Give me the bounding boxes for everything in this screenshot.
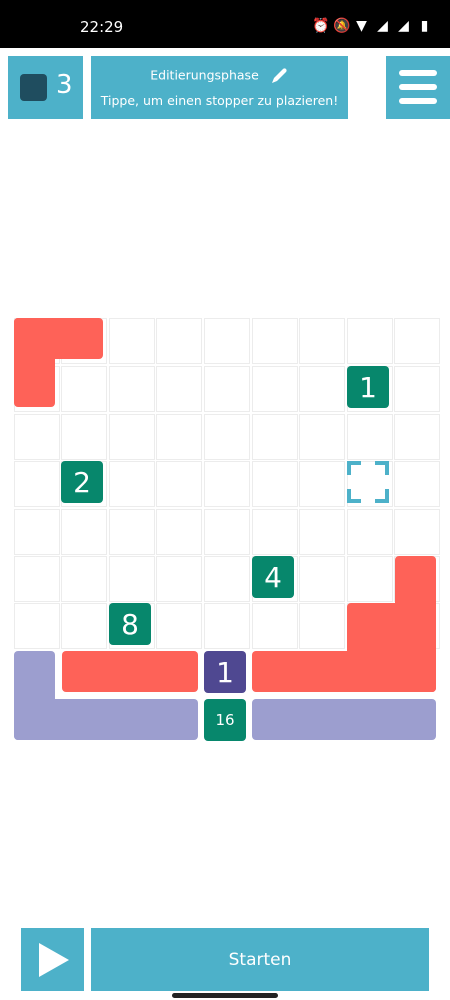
board-cell[interactable] — [347, 414, 393, 460]
game-board: 1 2 4 8 1 16 — [0, 0, 450, 1000]
board-cell[interactable] — [394, 318, 440, 364]
board-cell[interactable] — [109, 461, 155, 507]
number-tile[interactable]: 2 — [61, 461, 103, 503]
start-button[interactable]: Starten — [91, 928, 429, 991]
play-button[interactable] — [21, 928, 84, 991]
board-cell[interactable] — [204, 318, 250, 364]
board-cell[interactable] — [204, 366, 250, 412]
board-cell[interactable] — [299, 461, 345, 507]
board-cell[interactable] — [109, 509, 155, 555]
board-cell[interactable] — [109, 556, 155, 602]
board-cell[interactable] — [156, 414, 202, 460]
mute-icon: 🔕 — [333, 18, 351, 34]
board-cell[interactable] — [61, 366, 107, 412]
hamburger-menu-icon — [399, 70, 437, 76]
board-cell[interactable] — [394, 509, 440, 555]
goal-zone-left — [14, 651, 55, 740]
home-indicator[interactable] — [172, 993, 278, 998]
board-cell[interactable] — [14, 603, 60, 649]
board-cell[interactable] — [156, 556, 202, 602]
goal-zone-left — [14, 699, 198, 740]
board-cell[interactable] — [299, 556, 345, 602]
start-label: Starten — [228, 949, 292, 970]
board-cell[interactable] — [299, 366, 345, 412]
phase-label: Editierungsphase — [150, 67, 259, 83]
board-cell[interactable] — [299, 603, 345, 649]
board-cell[interactable] — [394, 461, 440, 507]
stopper-square-icon — [20, 74, 47, 101]
wall-bottom-right — [252, 651, 436, 692]
number-tile-target[interactable]: 1 — [204, 651, 246, 693]
phase-banner: Editierungsphase Tippe, um einen stopper… — [91, 56, 348, 119]
selection-marker-icon[interactable] — [347, 461, 389, 503]
alarm-icon: ⏰ — [312, 18, 330, 34]
board-cell[interactable] — [347, 603, 393, 649]
board-cell[interactable] — [61, 414, 107, 460]
board-cell[interactable] — [299, 318, 345, 364]
board-cell[interactable] — [252, 366, 298, 412]
board-cell[interactable] — [204, 414, 250, 460]
board-cell[interactable] — [252, 461, 298, 507]
board-cell[interactable] — [156, 318, 202, 364]
status-time: 22:29 — [80, 18, 124, 36]
signal-icon: ◢ — [377, 18, 388, 34]
number-tile[interactable]: 8 — [109, 603, 151, 645]
board-cell[interactable] — [252, 509, 298, 555]
board-cell[interactable] — [61, 509, 107, 555]
board-cell[interactable] — [347, 509, 393, 555]
stopper-count: 3 — [56, 70, 73, 100]
play-icon — [39, 943, 69, 977]
board-cell[interactable] — [156, 603, 202, 649]
board-cell[interactable] — [204, 556, 250, 602]
board-cell[interactable] — [61, 603, 107, 649]
board-cell[interactable] — [394, 556, 440, 602]
board-cell[interactable] — [347, 318, 393, 364]
board-cell[interactable] — [14, 414, 60, 460]
board-cell[interactable] — [204, 461, 250, 507]
board-cell[interactable] — [204, 509, 250, 555]
menu-button[interactable] — [386, 56, 450, 119]
board-cell[interactable] — [347, 556, 393, 602]
status-bar: 22:29 ⏰ 🔕 ▼ ◢ ◢ ▮ — [0, 0, 450, 48]
pencil-icon — [271, 68, 287, 83]
board-cell[interactable] — [252, 603, 298, 649]
board-cell[interactable] — [14, 509, 60, 555]
board-cell[interactable] — [14, 556, 60, 602]
board-cell[interactable] — [109, 318, 155, 364]
board-cell[interactable] — [299, 414, 345, 460]
battery-icon: ▮ — [420, 18, 429, 34]
board-cell[interactable] — [156, 461, 202, 507]
number-tile[interactable]: 4 — [252, 556, 294, 598]
board-cell[interactable] — [14, 366, 60, 412]
game-screen: 22:29 ⏰ 🔕 ▼ ◢ ◢ ▮ 3 Editierungsphase Tip… — [0, 0, 450, 1000]
board-cell[interactable] — [394, 603, 440, 649]
board-cell[interactable] — [109, 366, 155, 412]
board-cell[interactable] — [252, 414, 298, 460]
phase-hint: Tippe, um einen stopper zu plazieren! — [100, 93, 339, 108]
board-cell[interactable] — [299, 509, 345, 555]
signal-icon: ◢ — [398, 18, 409, 34]
board-cell[interactable] — [156, 509, 202, 555]
wall-bottom-left-bar — [62, 651, 198, 692]
board-cell[interactable] — [61, 556, 107, 602]
stopper-counter: 3 — [8, 56, 83, 119]
board-cell[interactable] — [394, 414, 440, 460]
status-icons: ⏰ 🔕 ▼ ◢ ◢ ▮ — [312, 18, 432, 34]
phase-title: Editierungsphase — [91, 66, 348, 86]
board-cell[interactable] — [252, 318, 298, 364]
board-cell[interactable] — [109, 414, 155, 460]
board-cell[interactable] — [394, 366, 440, 412]
board-cell[interactable] — [156, 366, 202, 412]
number-tile[interactable]: 1 — [347, 366, 389, 408]
wifi-icon: ▼ — [356, 18, 367, 34]
board-cell[interactable] — [204, 603, 250, 649]
goal-zone-right — [252, 699, 436, 740]
number-tile[interactable]: 16 — [204, 699, 246, 741]
board-cell[interactable] — [14, 318, 60, 364]
board-cell[interactable] — [14, 461, 60, 507]
board-cell[interactable] — [61, 318, 107, 364]
